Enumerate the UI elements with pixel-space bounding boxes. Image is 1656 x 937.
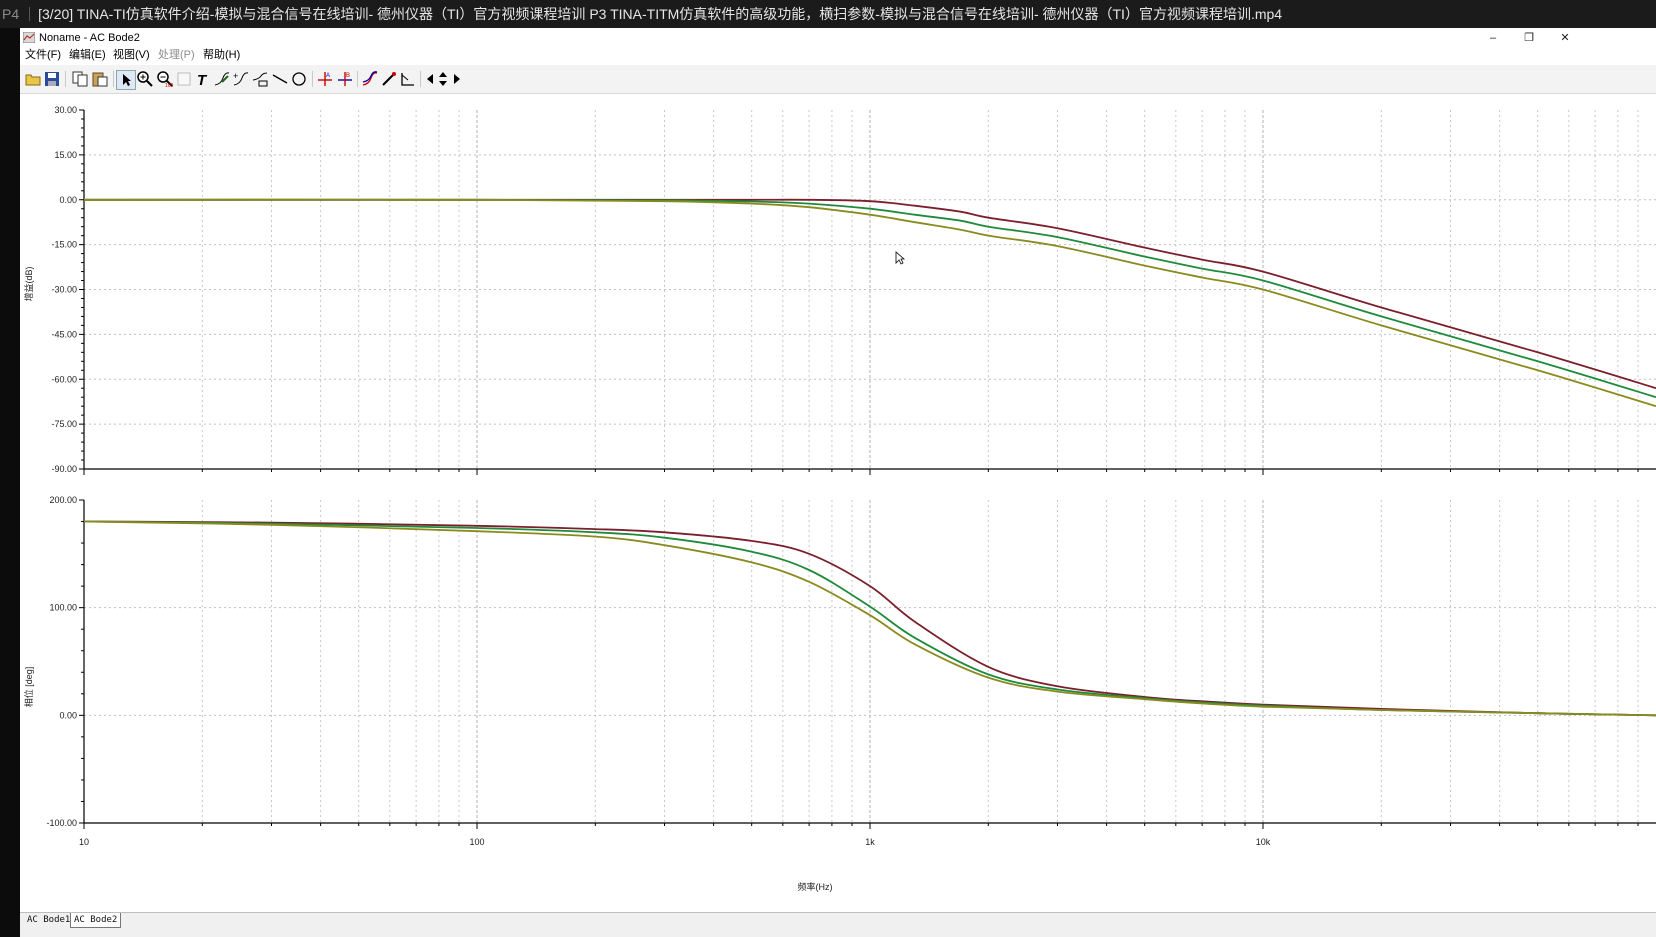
tina-ti-window: Noname - AC Bode2 – ❐ ✕ 文件(F) 编辑(E) 视图(V… <box>20 28 1656 937</box>
circle-icon[interactable] <box>290 70 308 88</box>
window-title: Noname - AC Bode2 <box>39 32 140 44</box>
phase-y-tick-label: 100.00 <box>49 603 77 613</box>
gain-y-tick-label: -90.00 <box>51 464 77 474</box>
video-title: [3/20] TINA-TI仿真软件介绍-模拟与混合信号在线培训- 德州仪器（T… <box>38 6 1283 22</box>
svg-text:+: + <box>233 71 238 81</box>
gain-y-tick-label: -75.00 <box>51 419 77 429</box>
phase-axis-label: 相位 [deg] <box>23 667 34 708</box>
cursor-b-icon[interactable]: B <box>336 70 354 88</box>
menu-bar: 文件(F) 编辑(E) 视图(V) 处理(P) 帮助(H) <box>20 47 1656 63</box>
phase-chart[interactable]: 200.00 100.00 0.00 -100.0010 100 1k 10k <box>46 495 1656 847</box>
phase-y-tick-label: 0.00 <box>59 710 77 720</box>
freq-tick-label: 100 <box>469 837 484 847</box>
line-icon[interactable] <box>271 70 289 88</box>
freq-tick-label: 10 <box>79 837 89 847</box>
frequency-axis-label: 频率(Hz) <box>798 881 833 892</box>
toolbar-separator <box>113 71 114 87</box>
menu-help[interactable]: 帮助(H) <box>203 47 240 63</box>
app-icon <box>23 32 35 43</box>
toolbar: 100 T + A B <box>20 65 1656 94</box>
gain-y-tick-label: -60.00 <box>51 374 77 384</box>
pointer-icon[interactable] <box>116 70 136 90</box>
freq-tick-label: 1k <box>865 837 875 847</box>
minimize-button[interactable]: – <box>1476 28 1510 48</box>
toolbar-separator <box>357 71 358 87</box>
save-icon[interactable] <box>43 70 61 88</box>
svg-text:T: T <box>197 72 208 88</box>
curve-edit-icon[interactable] <box>213 70 231 88</box>
text-icon[interactable]: T <box>194 70 212 88</box>
episode-label: P4 <box>2 6 20 22</box>
menu-file[interactable]: 文件(F) <box>25 47 61 63</box>
menu-view[interactable]: 视图(V) <box>113 47 150 63</box>
bode-plot-area[interactable]: 30.00 15.00 0.00 -15.00 -30.00 -45.00 -60.00 -7… <box>20 94 1656 912</box>
gain-chart[interactable]: 30.00 15.00 0.00 -15.00 -30.00 -45.00 -60.00 -7… <box>51 105 1656 475</box>
zoom-out-icon[interactable]: 100 <box>156 70 174 88</box>
gain-y-tick-label: 0.00 <box>59 195 77 205</box>
freq-tick-label: 10k <box>1256 837 1271 847</box>
svg-text:B: B <box>346 73 350 79</box>
player-left-margin <box>0 28 20 937</box>
window-title-bar[interactable]: Noname - AC Bode2 – ❐ ✕ <box>20 28 1656 48</box>
menu-edit[interactable]: 编辑(E) <box>69 47 106 63</box>
curve-delete-icon[interactable] <box>251 70 269 88</box>
pen-icon[interactable] <box>380 70 398 88</box>
video-player-title-bar: P4 [3/20] TINA-TI仿真软件介绍-模拟与混合信号在线培训- 德州仪器… <box>0 0 1656 28</box>
svg-text:A: A <box>326 73 330 79</box>
toolbar-separator <box>312 71 313 87</box>
gain-y-tick-label: 15.00 <box>54 150 77 160</box>
cursor-a-icon[interactable]: A <box>316 70 334 88</box>
blank-icon[interactable] <box>175 70 193 88</box>
toolbar-separator <box>65 71 66 87</box>
menu-process[interactable]: 处理(P) <box>158 47 195 63</box>
axis-icon[interactable] <box>399 70 417 88</box>
zoom-in-icon[interactable] <box>136 70 154 88</box>
tab-strip: AC Bode1 AC Bode2 <box>20 912 1656 937</box>
arrow-right-icon[interactable] <box>446 70 464 88</box>
gain-y-tick-label: -15.00 <box>51 240 77 250</box>
gain-y-tick-label: 30.00 <box>54 105 77 115</box>
curve-add-icon[interactable]: + <box>232 70 250 88</box>
gain-axis-label: 增益(dB) <box>23 266 34 301</box>
restore-button[interactable]: ❐ <box>1512 28 1546 48</box>
title-separator <box>29 7 31 21</box>
copy-icon[interactable] <box>71 70 89 88</box>
close-button[interactable]: ✕ <box>1548 28 1582 48</box>
phase-y-tick-label: -100.00 <box>46 818 77 828</box>
toolbar-separator <box>420 71 421 87</box>
tab-ac-bode2[interactable]: AC Bode2 <box>70 913 122 928</box>
svg-text:100: 100 <box>165 83 174 88</box>
phase-y-tick-label: 200.00 <box>49 495 77 505</box>
data-marker-icon[interactable] <box>361 70 379 88</box>
gain-y-tick-label: -30.00 <box>51 285 77 295</box>
open-icon[interactable] <box>24 70 42 88</box>
gain-y-tick-label: -45.00 <box>51 329 77 339</box>
tab-ac-bode1[interactable]: AC Bode1 <box>24 913 73 927</box>
paste-icon[interactable] <box>91 70 109 88</box>
